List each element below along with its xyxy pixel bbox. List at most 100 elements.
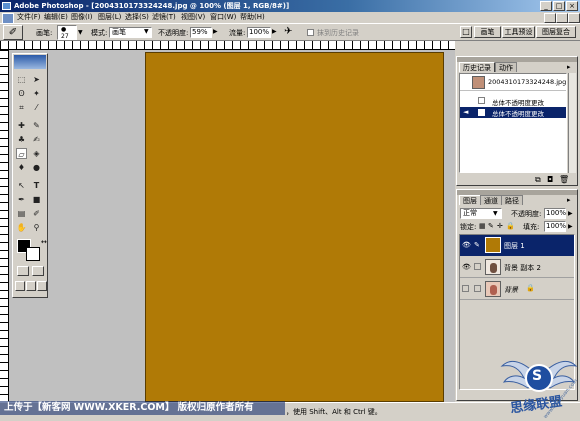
maximize-button[interactable]: □ [553,1,565,11]
screen-mode-menu-icon[interactable] [26,281,36,291]
doc-close-button[interactable] [568,13,580,23]
flow-value: 100% [249,28,270,36]
menu-file[interactable]: 文件(F) [17,12,41,23]
tab-history[interactable]: 历史记录 [459,62,495,72]
tab-channels[interactable]: 通道 [480,195,502,205]
link-slot[interactable] [474,263,481,270]
link-slot[interactable] [474,285,481,292]
path-selection-tool-icon[interactable]: ↖ [16,180,27,191]
history-brush-tool-icon[interactable]: ✍ [31,134,42,145]
marquee-tool-icon[interactable]: ⬚ [16,74,27,85]
lock-icon: 🔒 [526,284,535,292]
eraser-tool-preset-icon[interactable]: ✐ [3,25,23,40]
clone-stamp-tool-icon[interactable]: ♣ [16,134,27,145]
menu-view[interactable]: 视图(V) [181,12,205,23]
eraser-tool-icon[interactable]: ▱ [16,148,27,159]
blend-mode-dropdown-icon[interactable]: ▼ [493,210,498,217]
menu-edit[interactable]: 编辑(E) [44,12,68,23]
history-checkbox[interactable] [307,29,314,36]
standard-mode-icon[interactable] [17,266,29,276]
photoshop-logo-icon[interactable] [14,55,46,69]
fill-input[interactable]: 100% [544,221,566,232]
menu-help[interactable]: 帮助(H) [240,12,265,23]
notes-tool-icon[interactable]: ▤ [16,208,27,219]
lock-position-icon[interactable]: ✛ [497,222,503,230]
menu-layer[interactable]: 图层(L) [98,12,121,23]
opacity-input[interactable]: 59% [190,27,212,38]
new-document-from-state-icon[interactable]: ⧉ [535,175,541,185]
lock-all-icon[interactable]: 🔒 [506,222,515,230]
menu-select[interactable]: 选择(S) [125,12,149,23]
dock-tab-tool-presets[interactable]: 工具预设 [502,26,535,38]
left-ruler [0,50,9,402]
background-color-swatch[interactable] [26,247,40,261]
flow-slider-icon[interactable]: ▶ [272,28,277,35]
history-snapshot-row[interactable]: 2004310173324248.jpg [460,74,566,91]
type-tool-icon[interactable]: T [31,180,42,191]
tab-actions[interactable]: 动作 [495,62,517,72]
chevron-down-icon[interactable]: ▼ [78,29,83,36]
minimize-button[interactable]: _ [540,1,552,11]
healing-brush-tool-icon[interactable]: ✚ [16,120,27,131]
layer-row[interactable]: 背景 🔒 [460,279,574,300]
menu-image[interactable]: 图像(I) [71,12,93,23]
panel-menu-icon[interactable]: ▸ [567,63,571,71]
layer-row[interactable]: 👁 背景 副本 2 [460,257,574,278]
mode-dropdown-icon[interactable]: ▼ [144,28,149,35]
screen-mode-standard-icon[interactable] [15,281,25,291]
layer-row-selected[interactable]: 👁 ✎ 图层 1 [460,235,574,256]
visibility-slot[interactable] [462,285,469,292]
eye-icon[interactable]: 👁 [462,241,471,249]
layers-panel-menu-icon[interactable]: ▸ [567,196,571,204]
dock-tab-layer-comps[interactable]: 图层复合 [536,26,576,38]
photoshop-app-icon[interactable] [2,2,11,10]
airbrush-icon[interactable]: ✈ [284,26,292,37]
layer-opacity-slider-icon[interactable]: ▶ [568,210,573,217]
history-brush-source-icon[interactable]: ◄ [463,108,468,116]
dock-tab-brushes[interactable]: 画笔 [474,26,501,38]
trash-icon[interactable]: 🗑 [559,175,569,184]
pen-tool-icon[interactable]: ✒ [16,194,27,205]
blur-tool-icon[interactable]: ♦ [16,162,27,173]
document-canvas[interactable] [145,52,444,402]
lock-pixels-icon[interactable]: ✎ [488,222,494,230]
rectangle-tool-icon[interactable]: ■ [31,194,42,205]
tab-paths[interactable]: 路径 [501,195,523,205]
close-button[interactable]: × [566,1,578,11]
opacity-slider-icon[interactable]: ▶ [213,28,218,35]
doc-minimize-button[interactable] [544,13,556,23]
fill-slider-icon[interactable]: ▶ [568,223,573,230]
doc-restore-button[interactable] [556,13,568,23]
screen-mode-full-icon[interactable] [37,281,47,291]
move-tool-icon[interactable]: ➤ [31,74,42,85]
brush-link-icon[interactable]: ✎ [474,241,480,249]
brush-tool-icon[interactable]: ✎ [31,120,42,131]
swap-colors-icon[interactable]: ↔ [41,238,47,246]
zoom-tool-icon[interactable]: ⚲ [31,222,42,233]
history-item[interactable]: 总体不透明度更改 [460,96,566,107]
brush-picker[interactable]: ● 27 [57,25,77,40]
snapshot-name: 2004310173324248.jpg [488,78,567,86]
crop-tool-icon[interactable]: ⌗ [16,102,27,113]
magic-wand-tool-icon[interactable]: ✦ [31,88,42,99]
slice-tool-icon[interactable]: ⁄ [31,102,42,113]
eye-icon[interactable]: 👁 [462,263,471,271]
menu-window[interactable]: 窗口(W) [210,12,236,23]
quick-mask-mode-icon[interactable] [32,266,44,276]
history-item-selected[interactable]: ◄ 总体不透明度更改 [460,107,566,118]
new-snapshot-icon[interactable]: ◘ [547,175,553,184]
flow-input[interactable]: 100% [247,27,271,38]
lock-transparency-icon[interactable]: ▦ [479,222,486,230]
eyedropper-tool-icon[interactable]: ✐ [31,208,42,219]
layer-name: 背景 副本 2 [504,264,541,272]
tab-layers[interactable]: 图层 [459,195,481,205]
fill-label: 填充: [523,223,540,231]
history-scrollbar[interactable] [568,73,576,173]
file-browser-icon[interactable]: □ [460,26,472,38]
paint-bucket-tool-icon[interactable]: ◈ [31,148,42,159]
menu-filter[interactable]: 滤镜(T) [152,12,176,23]
lasso-tool-icon[interactable]: ʘ [16,88,27,99]
dodge-tool-icon[interactable]: ● [31,162,42,173]
layer-opacity-input[interactable]: 100% [544,208,566,219]
hand-tool-icon[interactable]: ✋ [16,222,27,233]
